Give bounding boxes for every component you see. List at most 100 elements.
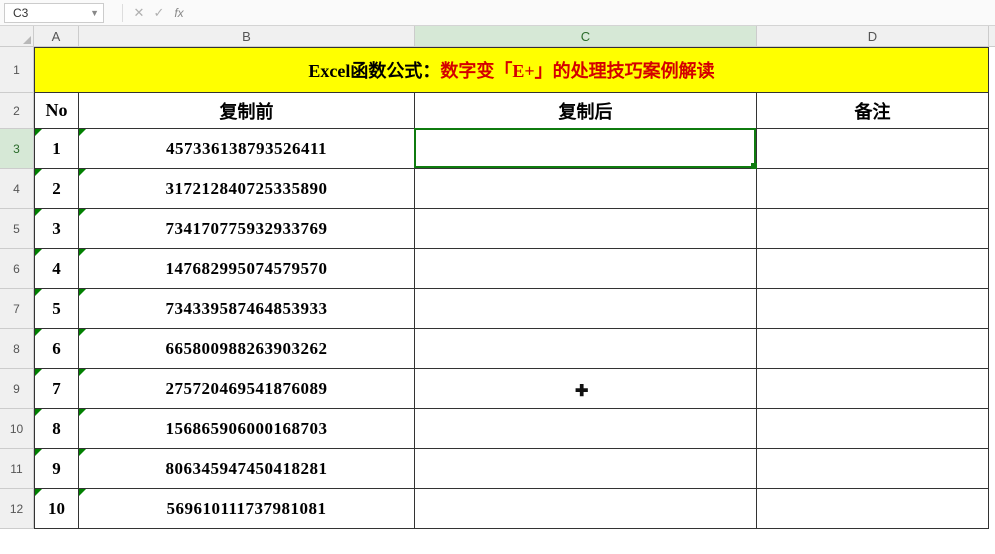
cell-remark[interactable] bbox=[757, 329, 989, 369]
text-format-indicator-icon bbox=[79, 369, 86, 376]
text-format-indicator-icon bbox=[79, 409, 86, 416]
header-no[interactable]: No bbox=[34, 93, 79, 129]
text-format-indicator-icon bbox=[35, 209, 42, 216]
cell-before[interactable]: 806345947450418281 bbox=[79, 449, 415, 489]
row-header-5[interactable]: 5 bbox=[0, 209, 33, 249]
text-format-indicator-icon bbox=[35, 129, 42, 136]
cell-after[interactable] bbox=[415, 449, 757, 489]
chevron-down-icon[interactable]: ▼ bbox=[90, 8, 99, 18]
cell-no[interactable]: 2 bbox=[34, 169, 79, 209]
row-header-12[interactable]: 12 bbox=[0, 489, 33, 529]
text-format-indicator-icon bbox=[79, 329, 86, 336]
cell-before[interactable]: 275720469541876089 bbox=[79, 369, 415, 409]
table-row: 2317212840725335890 bbox=[34, 169, 989, 209]
text-format-indicator-icon bbox=[35, 489, 42, 496]
cell-after[interactable] bbox=[415, 169, 757, 209]
text-format-indicator-icon bbox=[79, 169, 86, 176]
text-format-indicator-icon bbox=[79, 489, 86, 496]
text-format-indicator-icon bbox=[79, 129, 86, 136]
cell-after[interactable] bbox=[415, 489, 757, 529]
text-format-indicator-icon bbox=[79, 449, 86, 456]
column-headers: A B C D bbox=[34, 26, 995, 47]
formula-input[interactable] bbox=[189, 3, 991, 23]
cell-after[interactable] bbox=[415, 129, 757, 169]
cell-before[interactable]: 665800988263903262 bbox=[79, 329, 415, 369]
cell-before[interactable]: 569610111737981081 bbox=[79, 489, 415, 529]
spreadsheet-grid: A B C D 123456789101112 Excel函数公式： 数字变「E… bbox=[0, 26, 995, 554]
cell-remark[interactable] bbox=[757, 489, 989, 529]
column-header-a[interactable]: A bbox=[34, 26, 79, 46]
cell-remark[interactable] bbox=[757, 129, 989, 169]
cell-remark[interactable] bbox=[757, 369, 989, 409]
select-all-button[interactable] bbox=[0, 26, 34, 47]
cell-after[interactable] bbox=[415, 249, 757, 289]
cell-remark[interactable] bbox=[757, 169, 989, 209]
title-part1: Excel函数公式： bbox=[308, 57, 440, 83]
row-header-9[interactable]: 9 bbox=[0, 369, 33, 409]
sheet-title-merged-cell[interactable]: Excel函数公式： 数字变「E+」的处理技巧案例解读 bbox=[34, 47, 989, 93]
table-row: 3734170775932933769 bbox=[34, 209, 989, 249]
cell-no[interactable]: 10 bbox=[34, 489, 79, 529]
text-format-indicator-icon bbox=[35, 449, 42, 456]
text-format-indicator-icon bbox=[79, 289, 86, 296]
cell-before[interactable]: 147682995074579570 bbox=[79, 249, 415, 289]
text-format-indicator-icon bbox=[35, 409, 42, 416]
row-header-6[interactable]: 6 bbox=[0, 249, 33, 289]
cell-remark[interactable] bbox=[757, 289, 989, 329]
name-box[interactable]: C3 ▼ bbox=[4, 3, 104, 23]
enter-icon[interactable]: ✓ bbox=[149, 3, 169, 23]
cell-no[interactable]: 7 bbox=[34, 369, 79, 409]
cancel-icon[interactable]: ✕ bbox=[129, 3, 149, 23]
cell-remark[interactable] bbox=[757, 449, 989, 489]
header-after[interactable]: 复制后 bbox=[415, 93, 757, 129]
table-row: 1457336138793526411 bbox=[34, 129, 989, 169]
cell-no[interactable]: 4 bbox=[34, 249, 79, 289]
cell-after[interactable] bbox=[415, 209, 757, 249]
row-headers: 123456789101112 bbox=[0, 47, 34, 529]
text-format-indicator-icon bbox=[79, 249, 86, 256]
row-header-1[interactable]: 1 bbox=[0, 47, 33, 93]
cell-no[interactable]: 1 bbox=[34, 129, 79, 169]
row-header-10[interactable]: 10 bbox=[0, 409, 33, 449]
header-remark[interactable]: 备注 bbox=[757, 93, 989, 129]
insert-function-icon[interactable]: fx bbox=[169, 3, 189, 23]
cell-before[interactable]: 317212840725335890 bbox=[79, 169, 415, 209]
table-header-row: No 复制前 复制后 备注 bbox=[34, 93, 989, 129]
header-before[interactable]: 复制前 bbox=[79, 93, 415, 129]
cell-remark[interactable] bbox=[757, 249, 989, 289]
cell-after[interactable] bbox=[415, 289, 757, 329]
row-header-8[interactable]: 8 bbox=[0, 329, 33, 369]
column-header-d[interactable]: D bbox=[757, 26, 989, 46]
cell-no[interactable]: 9 bbox=[34, 449, 79, 489]
cell-no[interactable]: 5 bbox=[34, 289, 79, 329]
text-format-indicator-icon bbox=[35, 329, 42, 336]
row-header-3[interactable]: 3 bbox=[0, 129, 33, 169]
table-row: 9806345947450418281 bbox=[34, 449, 989, 489]
table-row: 6665800988263903262 bbox=[34, 329, 989, 369]
row-header-4[interactable]: 4 bbox=[0, 169, 33, 209]
row-header-7[interactable]: 7 bbox=[0, 289, 33, 329]
text-format-indicator-icon bbox=[35, 249, 42, 256]
cell-after[interactable] bbox=[415, 409, 757, 449]
table-row: 8156865906000168703 bbox=[34, 409, 989, 449]
row-header-11[interactable]: 11 bbox=[0, 449, 33, 489]
column-header-b[interactable]: B bbox=[79, 26, 415, 46]
cell-before[interactable]: 734339587464853933 bbox=[79, 289, 415, 329]
cell-remark[interactable] bbox=[757, 209, 989, 249]
title-part2: 数字变「E+」的处理技巧案例解读 bbox=[440, 57, 714, 83]
row-header-2[interactable]: 2 bbox=[0, 93, 33, 129]
column-header-c[interactable]: C bbox=[415, 26, 757, 46]
cell-no[interactable]: 3 bbox=[34, 209, 79, 249]
cell-before[interactable]: 457336138793526411 bbox=[79, 129, 415, 169]
cell-no[interactable]: 8 bbox=[34, 409, 79, 449]
text-format-indicator-icon bbox=[35, 169, 42, 176]
cell-after[interactable] bbox=[415, 369, 757, 409]
cell-before[interactable]: 156865906000168703 bbox=[79, 409, 415, 449]
cell-no[interactable]: 6 bbox=[34, 329, 79, 369]
cell-after[interactable] bbox=[415, 329, 757, 369]
formula-bar: C3 ▼ ✕ ✓ fx bbox=[0, 0, 995, 26]
cell-remark[interactable] bbox=[757, 409, 989, 449]
table-row: 5734339587464853933 bbox=[34, 289, 989, 329]
cell-before[interactable]: 734170775932933769 bbox=[79, 209, 415, 249]
separator bbox=[122, 4, 123, 22]
